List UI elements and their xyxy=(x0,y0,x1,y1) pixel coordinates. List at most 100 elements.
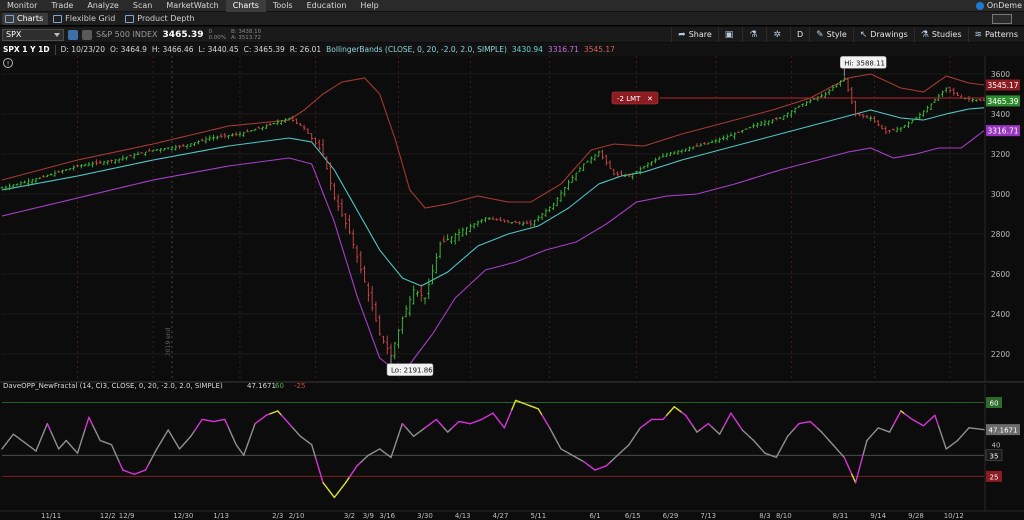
bb-upper-value: 3545.17 xyxy=(583,45,615,54)
drawings-button[interactable]: ↖ Drawings xyxy=(852,27,914,42)
oscillator-label: DaveOPP_NewFractal (14, CI3, CLOSE, 0, 2… xyxy=(3,382,223,390)
tab-icon xyxy=(125,14,135,23)
period-button[interactable]: D xyxy=(789,27,809,42)
bar-date: D: 10/23/20 xyxy=(60,45,105,54)
ondemand-area[interactable]: OnDeme xyxy=(975,1,1024,10)
price-axis-flag-last: 3465.39 xyxy=(986,95,1020,107)
time-tick-label: 11/11 xyxy=(41,512,61,520)
price-tick-label: 3400 xyxy=(991,110,1010,119)
oscillator-value: 47.1671 xyxy=(247,382,276,390)
price-tick-label: 3600 xyxy=(991,70,1010,79)
price-tick-label: 2600 xyxy=(991,270,1010,279)
time-tick-label: 12/30 xyxy=(173,512,193,520)
time-tick-label: 3/2 xyxy=(344,512,355,520)
menu-item-trade[interactable]: Trade xyxy=(44,0,80,12)
menu-item-tools[interactable]: Tools xyxy=(266,0,300,12)
ondemand-icon[interactable] xyxy=(975,1,984,10)
bar-open: O: 3464.9 xyxy=(109,45,147,54)
studies-label: Studies xyxy=(931,30,962,39)
link-icon[interactable] xyxy=(68,29,78,40)
annotation-text: Lo: 2191.86 xyxy=(391,367,433,375)
bar-low: L: 3440.45 xyxy=(198,45,239,54)
subtab-flexible-grid[interactable]: Flexible Grid xyxy=(50,13,120,25)
bar-high: H: 3466.46 xyxy=(151,45,194,54)
tab-icon xyxy=(53,14,63,23)
window-restore-button[interactable] xyxy=(992,13,1012,24)
menu-item-monitor[interactable]: Monitor xyxy=(0,0,44,12)
price-axis-flag-bb_low: 3316.71 xyxy=(986,125,1020,137)
oscillator-level-low: -25 xyxy=(294,382,305,390)
flask-button[interactable]: ⚗ xyxy=(742,27,766,42)
price-flag-text: 3465.39 xyxy=(987,97,1018,106)
style-icon: ✎ xyxy=(816,29,824,40)
time-tick-label: 12/2 xyxy=(100,512,116,520)
compare-icon[interactable] xyxy=(82,29,92,40)
time-tick-label: 4/13 xyxy=(455,512,471,520)
chart-area[interactable]: 2019 end -2 LMT ✕ Hi: 3588.11 Lo: 2191.86 … xyxy=(0,56,1024,520)
time-tick-label: 12/9 xyxy=(119,512,135,520)
period-label: D xyxy=(796,30,804,39)
oscillator-flag: 60 xyxy=(986,397,1002,409)
oscillator-header[interactable]: DaveOPP_NewFractal (14, CI3, CLOSE, 0, 2… xyxy=(3,382,305,390)
menu-item-education[interactable]: Education xyxy=(300,0,354,12)
order-tag[interactable]: -2 LMT ✕ xyxy=(611,91,659,105)
sub-tab-items: Charts Flexible Grid Product Depth xyxy=(0,12,200,25)
time-tick-label: 5/11 xyxy=(530,512,546,520)
ask-price: A: 3513.72 xyxy=(231,34,262,41)
style-button[interactable]: ✎ Style xyxy=(809,27,853,42)
symbol-description: S&P 500 INDEX xyxy=(96,30,158,39)
study-label[interactable]: BollingerBands (CLOSE, 0, 20, -2.0, 2.0,… xyxy=(326,45,507,54)
menu-item-scan[interactable]: Scan xyxy=(126,0,159,12)
price-chart[interactable]: 2019 end -2 LMT ✕ Hi: 3588.11Lo: 2191.86 … xyxy=(0,56,1024,520)
aggregation-label[interactable]: SPX 1 Y 1D xyxy=(3,45,50,54)
patterns-icon: ≋ xyxy=(974,29,983,40)
chart-info-bar: SPX 1 Y 1D D: 10/23/20 O: 3464.9 H: 3466… xyxy=(0,43,1024,56)
price-tick-label: 3000 xyxy=(991,190,1010,199)
settings-button[interactable]: ✲ xyxy=(766,27,790,42)
patterns-label: Patterns xyxy=(985,30,1018,39)
save-icon: ▣ xyxy=(724,29,734,40)
price-tick-label: 2200 xyxy=(991,350,1010,359)
time-tick-label: 7/13 xyxy=(700,512,716,520)
chevron-down-icon[interactable] xyxy=(54,32,60,37)
share-button[interactable]: ➦ Share xyxy=(671,27,718,42)
divider xyxy=(54,44,56,55)
oscillator-tick-label: 40 xyxy=(992,442,1001,450)
style-label: Style xyxy=(826,30,847,39)
last-price: 3465.39 xyxy=(162,29,204,40)
symbol-ticker[interactable]: SPX xyxy=(6,30,21,39)
symbol-selector[interactable]: SPX xyxy=(2,28,64,41)
subtab-product-depth[interactable]: Product Depth xyxy=(122,13,199,25)
bar-range: R: 26.01 xyxy=(289,45,322,54)
cursor-icon: ↖ xyxy=(859,29,868,40)
oscillator-flag-text: 47.1671 xyxy=(989,427,1018,435)
chart-toolbar: ➦ Share ▣ ⚗ ✲ D ✎ Style ↖ Drawings ⚗ Studies… xyxy=(671,27,1024,42)
studies-icon: ⚗ xyxy=(920,29,929,40)
close-icon[interactable]: ✕ xyxy=(647,95,653,103)
subtab-charts[interactable]: Charts xyxy=(2,12,49,25)
time-tick-label: 3/16 xyxy=(379,512,395,520)
percent-change: 0.00% xyxy=(208,34,227,41)
price-change: 0 0.00% xyxy=(209,29,226,41)
price-flag-text: 3316.71 xyxy=(987,127,1018,136)
time-tick-label: 10/12 xyxy=(944,512,964,520)
menu-item-help[interactable]: Help xyxy=(353,0,385,12)
price-axis-flag-bb_up: 3545.17 xyxy=(986,79,1020,91)
subtab-label: Flexible Grid xyxy=(65,14,116,23)
oscillator-flag-text: 60 xyxy=(990,400,999,408)
oscillator-flag-text: 25 xyxy=(990,473,999,481)
patterns-button[interactable]: ≋ Patterns xyxy=(967,27,1024,42)
time-tick-label: 2/3 xyxy=(272,512,283,520)
time-tick-label: 6/15 xyxy=(625,512,641,520)
time-tick-label: 6/1 xyxy=(589,512,600,520)
share-icon: ➦ xyxy=(678,29,686,40)
save-chart-button[interactable]: ▣ xyxy=(717,27,743,42)
time-tick-label: 1/13 xyxy=(213,512,229,520)
flask-icon: ⚗ xyxy=(749,29,758,40)
ondemand-label[interactable]: OnDeme xyxy=(987,1,1022,10)
menu-item-analyze[interactable]: Analyze xyxy=(80,0,126,12)
studies-button[interactable]: ⚗ Studies xyxy=(913,27,968,42)
menu-item-marketwatch[interactable]: MarketWatch xyxy=(159,0,225,12)
menu-item-charts[interactable]: Charts xyxy=(225,0,266,12)
time-tick-label: 2/10 xyxy=(289,512,305,520)
